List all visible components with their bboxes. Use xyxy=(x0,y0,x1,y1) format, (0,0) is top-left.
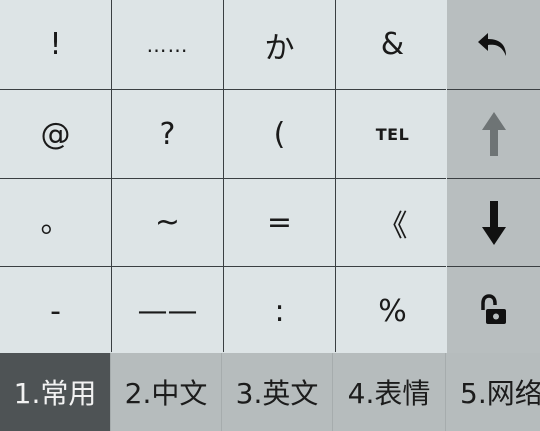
key-at[interactable]: @ xyxy=(0,90,111,178)
symbol-grid: ! …… か & @ ? ( TEL 。 ~ = 《 - —— : % xyxy=(0,0,449,355)
arrow-down-icon xyxy=(481,200,506,245)
symbol-keyboard: ! …… か & @ ? ( TEL 。 ~ = 《 - —— : % 1.常用… xyxy=(0,0,540,431)
key-question[interactable]: ? xyxy=(112,90,223,178)
key-colon[interactable]: : xyxy=(224,267,335,355)
undo-icon xyxy=(477,32,506,56)
key-equals[interactable]: = xyxy=(224,179,335,266)
key-em-dash[interactable]: —— xyxy=(112,267,223,355)
page-up-button[interactable] xyxy=(447,90,540,178)
key-ka[interactable]: か xyxy=(224,0,335,89)
tab-network[interactable]: 5.网络 xyxy=(446,353,540,431)
key-percent[interactable]: % xyxy=(336,267,449,355)
key-tilde[interactable]: ~ xyxy=(112,179,223,266)
tab-common[interactable]: 1.常用 xyxy=(0,353,111,431)
tab-chinese[interactable]: 2.中文 xyxy=(111,353,222,431)
arrow-up-icon xyxy=(481,112,506,156)
key-double-angle[interactable]: 《 xyxy=(336,179,449,266)
side-controls xyxy=(447,0,540,355)
back-button[interactable] xyxy=(447,0,540,89)
tab-english[interactable]: 3.英文 xyxy=(222,353,333,431)
key-period[interactable]: 。 xyxy=(0,179,111,266)
unlock-icon xyxy=(480,294,506,324)
key-paren[interactable]: ( xyxy=(224,90,335,178)
lock-toggle-button[interactable] xyxy=(447,267,540,355)
key-tel[interactable]: TEL xyxy=(336,90,449,178)
key-ellipsis[interactable]: …… xyxy=(112,0,223,89)
tab-emoticons[interactable]: 4.表情 xyxy=(333,353,446,431)
category-tabs: 1.常用 2.中文 3.英文 4.表情 5.网络 xyxy=(0,353,540,431)
key-ampersand[interactable]: & xyxy=(336,0,449,89)
key-hyphen[interactable]: - xyxy=(0,267,111,355)
page-down-button[interactable] xyxy=(447,179,540,266)
key-exclamation[interactable]: ! xyxy=(0,0,111,89)
